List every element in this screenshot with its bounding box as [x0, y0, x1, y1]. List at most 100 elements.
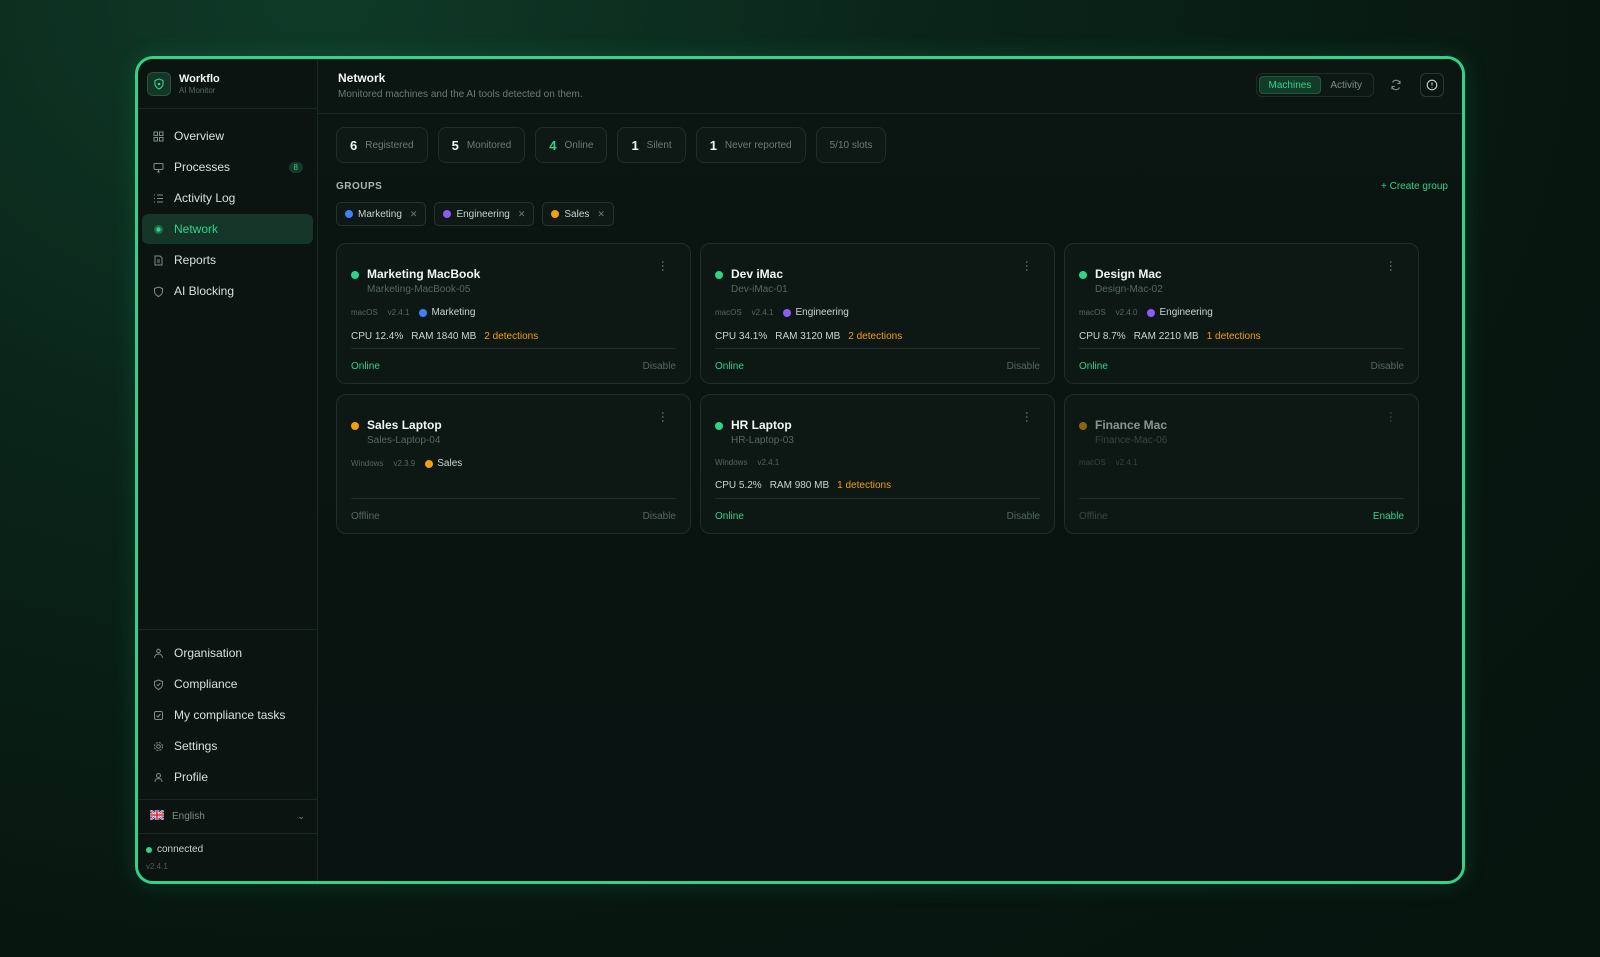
secondary-nav: Organisation Compliance My compliance ta…: [138, 629, 317, 793]
machine-hostname: Design-Mac-02: [1095, 284, 1163, 295]
sidebar-item-label: Settings: [174, 739, 218, 753]
disable-button[interactable]: Disable: [1007, 511, 1040, 522]
stat-monitored[interactable]: 5 Monitored: [437, 127, 526, 163]
chip-label: Engineering: [456, 208, 510, 220]
machine-hostname: Dev-iMac-01: [731, 284, 788, 295]
chip-label: Sales: [564, 208, 590, 220]
file-icon: [152, 254, 164, 266]
group-color-dot: [783, 308, 792, 317]
stat-value: 1: [631, 137, 639, 153]
grid-icon: [152, 130, 164, 142]
machine-card[interactable]: Dev iMac Dev-iMac-01 ⋯ macOS v2.4.1 Engi…: [700, 243, 1055, 384]
machine-group: Engineering: [783, 307, 849, 318]
group-chip-engineering[interactable]: Engineering ✕: [434, 202, 535, 226]
detections-count[interactable]: 1 detections: [1207, 331, 1261, 342]
machine-card[interactable]: HR Laptop HR-Laptop-03 ⋯ Windows v2.4.1 …: [700, 394, 1055, 534]
close-icon[interactable]: ✕: [518, 209, 526, 220]
network-icon: [152, 223, 164, 235]
more-menu-icon[interactable]: ⋯: [1020, 411, 1034, 423]
stat-online[interactable]: 4 Online: [535, 127, 608, 163]
ram-usage: RAM 3120 MB: [775, 331, 841, 342]
chevron-down-icon: ⌄: [297, 811, 305, 821]
machine-card[interactable]: Design Mac Design-Mac-02 ⋯ macOS v2.4.0 …: [1064, 243, 1419, 384]
disable-button[interactable]: Disable: [1371, 361, 1404, 372]
sidebar-item-compliance[interactable]: Compliance: [142, 669, 313, 699]
machine-os: Windows: [715, 458, 748, 467]
status-dot-icon: [715, 422, 723, 430]
detections-count[interactable]: 2 detections: [848, 331, 902, 342]
info-icon[interactable]: [1420, 73, 1444, 97]
disable-button[interactable]: Disable: [643, 511, 676, 522]
sidebar-item-profile[interactable]: Profile: [142, 762, 313, 792]
close-icon[interactable]: ✕: [597, 209, 605, 220]
list-icon: [152, 192, 164, 204]
more-menu-icon[interactable]: ⋯: [1020, 260, 1034, 272]
shield-check-icon: [152, 678, 164, 690]
app-version: v2.4.1: [146, 862, 168, 871]
stat-silent[interactable]: 1 Silent: [617, 127, 686, 163]
enable-button[interactable]: Enable: [1373, 511, 1404, 522]
gear-icon: [152, 740, 164, 752]
cpu-usage: CPU 8.7%: [1079, 331, 1126, 342]
machine-os: Windows: [351, 459, 384, 468]
detections-count[interactable]: 2 detections: [484, 331, 538, 342]
connection-label: connected: [157, 844, 204, 855]
machine-status: Online: [1079, 360, 1108, 372]
group-chip-marketing[interactable]: Marketing ✕: [336, 202, 427, 226]
refresh-icon[interactable]: [1384, 73, 1408, 97]
machine-card[interactable]: Sales Laptop Sales-Laptop-04 ⋯ Windows v…: [336, 394, 691, 534]
agent-version: v2.4.1: [751, 308, 774, 317]
machine-name: Sales Laptop: [367, 418, 442, 432]
close-icon[interactable]: ✕: [410, 209, 418, 220]
sidebar-item-label: Reports: [174, 253, 217, 267]
org-icon: [152, 647, 164, 659]
sidebar-item-processes[interactable]: Processes 8: [142, 152, 313, 182]
brand[interactable]: Workflo AI Monitor: [138, 59, 317, 109]
sidebar-item-label: Network: [174, 222, 219, 236]
stat-label: 5/10 slots: [829, 139, 873, 151]
language-select[interactable]: English ⌄: [138, 799, 317, 833]
main-content: Network Monitored machines and the AI to…: [318, 59, 1462, 881]
sidebar-item-ai-blocking[interactable]: AI Blocking: [142, 276, 313, 306]
stat-value: 5: [451, 137, 459, 153]
detections-count[interactable]: 1 detections: [837, 480, 891, 491]
tab-activity[interactable]: Activity: [1321, 76, 1371, 94]
sidebar-item-organisation[interactable]: Organisation: [142, 638, 313, 668]
ram-usage: RAM 2210 MB: [1133, 331, 1199, 342]
machine-card[interactable]: Marketing MacBook Marketing-MacBook-05 ⋯…: [336, 243, 691, 384]
sidebar-item-activity-log[interactable]: Activity Log: [142, 183, 313, 213]
brand-subtitle: AI Monitor: [179, 85, 216, 95]
sidebar-item-network[interactable]: Network: [142, 214, 313, 244]
disable-button[interactable]: Disable: [1007, 361, 1040, 372]
more-menu-icon[interactable]: ⋯: [1384, 411, 1398, 423]
more-menu-icon[interactable]: ⋯: [656, 411, 670, 423]
group-color-dot: [345, 210, 353, 218]
sidebar-item-my-compliance-tasks[interactable]: My compliance tasks: [142, 700, 313, 730]
language-label: English: [172, 811, 205, 822]
tab-machines[interactable]: Machines: [1258, 76, 1322, 94]
group-color-dot: [443, 210, 452, 218]
sidebar-item-overview[interactable]: Overview: [142, 121, 313, 151]
machine-card[interactable]: Finance Mac Finance-Mac-06 macOS v2.4.1 …: [1064, 394, 1419, 534]
machine-os: macOS: [715, 308, 742, 317]
shield-icon: [152, 285, 164, 297]
monitor-icon: [152, 161, 164, 173]
stat-value: 6: [350, 137, 358, 153]
group-label: Engineering: [1159, 307, 1213, 318]
sidebar-item-settings[interactable]: Settings: [142, 731, 313, 761]
agent-version: v2.4.1: [387, 308, 410, 317]
disable-button[interactable]: Disable: [643, 361, 676, 372]
stat-value: 4: [549, 137, 557, 153]
more-menu-icon[interactable]: ⋯: [656, 260, 670, 272]
sidebar: Workflo AI Monitor Overview Processes 8 …: [138, 59, 318, 881]
machine-status: Offline: [1079, 510, 1108, 522]
stat-label: Never reported: [724, 139, 792, 151]
more-menu-icon[interactable]: ⋯: [1384, 260, 1398, 272]
group-chip-sales[interactable]: Sales ✕: [542, 202, 614, 226]
sidebar-item-reports[interactable]: Reports: [142, 245, 313, 275]
sidebar-item-label: AI Blocking: [174, 284, 235, 298]
stat-registered[interactable]: 6 Registered: [336, 127, 428, 163]
sidebar-item-label: My compliance tasks: [174, 708, 286, 722]
stat-never-reported[interactable]: 1 Never reported: [695, 127, 806, 163]
create-group-button[interactable]: + Create group: [1381, 181, 1448, 192]
